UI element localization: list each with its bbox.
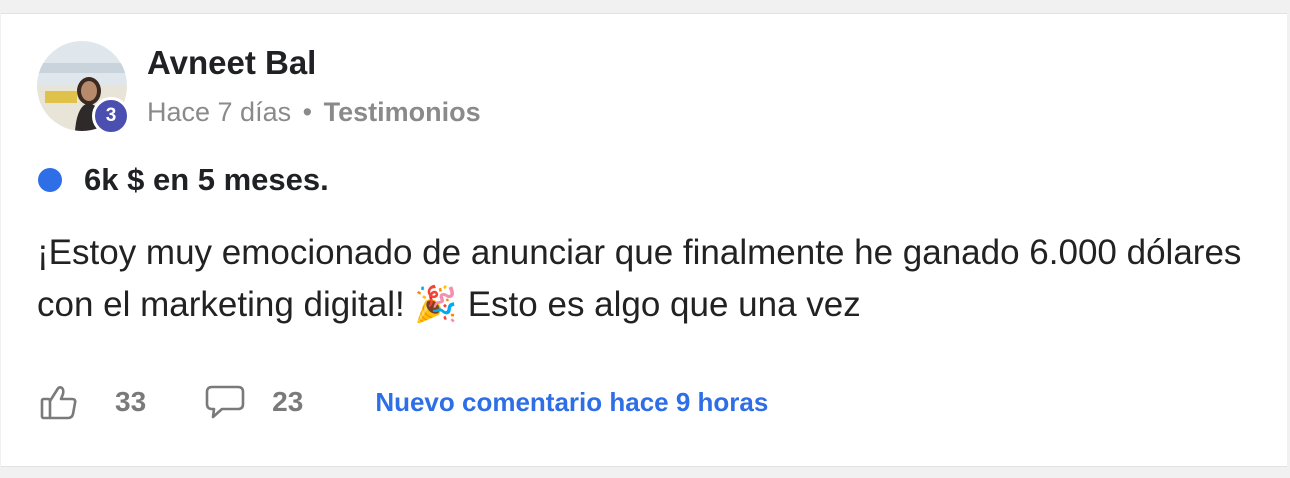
author-name[interactable]: Avneet Bal bbox=[147, 44, 316, 82]
author-avatar-group[interactable]: 3 bbox=[37, 41, 130, 135]
new-comment-link[interactable]: Nuevo comentario hace 9 horas bbox=[375, 387, 768, 418]
comment-count: 23 bbox=[272, 386, 304, 417]
level-badge: 3 bbox=[92, 97, 130, 135]
post-actions: 33 23 Nuevo comentario hace 9 horas bbox=[39, 382, 768, 422]
post-card[interactable]: 3 Avneet Bal Hace 7 días • Testimonios 6… bbox=[1, 13, 1287, 467]
thumbs-up-icon[interactable] bbox=[39, 382, 79, 422]
post-body[interactable]: ¡Estoy muy emocionado de anunciar que fi… bbox=[37, 227, 1257, 342]
blue-dot-icon bbox=[38, 168, 62, 192]
speech-bubble-icon[interactable] bbox=[204, 382, 246, 422]
meta-separator: • bbox=[302, 97, 313, 127]
post-time[interactable]: Hace 7 días bbox=[147, 97, 291, 127]
like-count: 33 bbox=[115, 386, 147, 417]
post-meta: Hace 7 días • Testimonios bbox=[147, 97, 481, 128]
post-title-row[interactable]: 6k $ en 5 meses. bbox=[38, 162, 329, 198]
post-title[interactable]: 6k $ en 5 meses. bbox=[84, 162, 329, 198]
post-category[interactable]: Testimonios bbox=[324, 97, 481, 127]
